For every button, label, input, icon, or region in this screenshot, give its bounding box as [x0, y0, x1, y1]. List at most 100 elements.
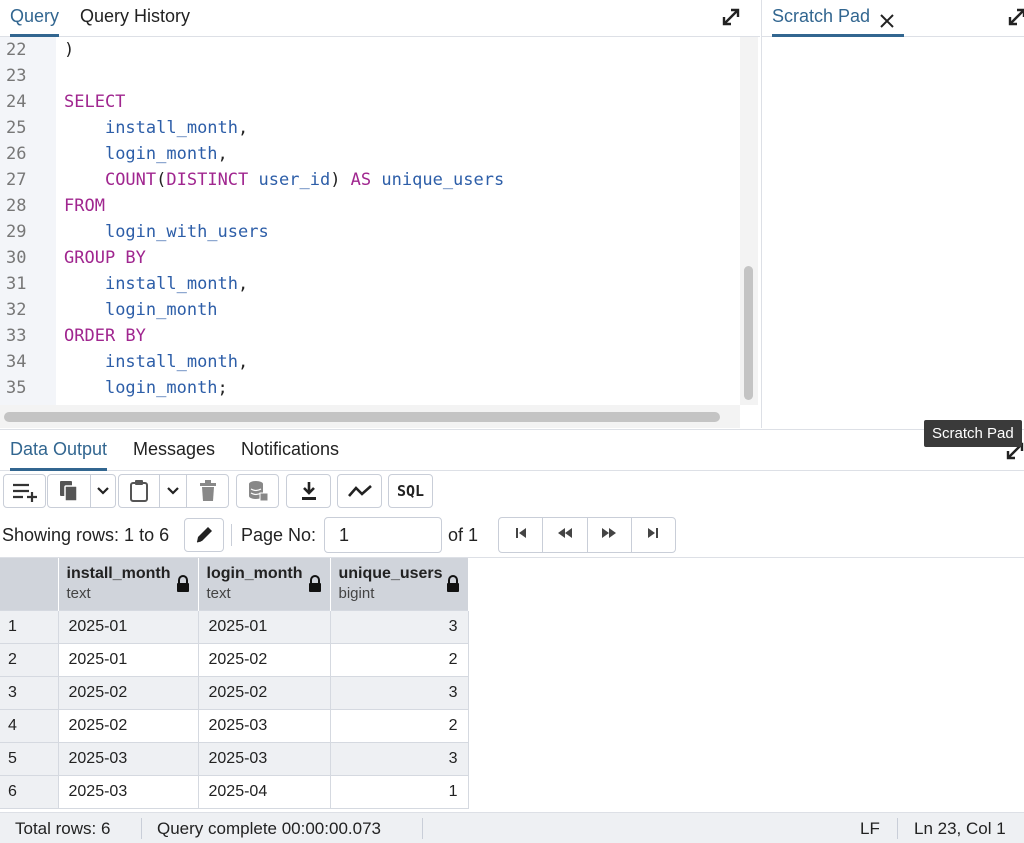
pencil-icon: [194, 525, 214, 545]
table-cell[interactable]: 2025-03: [197, 741, 331, 776]
expand-icon[interactable]: [720, 6, 742, 28]
close-icon[interactable]: [878, 8, 896, 28]
table-cell[interactable]: 2025-02: [197, 642, 331, 677]
line-ending-status[interactable]: LF: [860, 813, 880, 843]
code-text: login_month;: [64, 375, 228, 401]
page-number-input[interactable]: [324, 517, 442, 553]
tab-scratch-pad[interactable]: Scratch Pad: [772, 0, 905, 37]
table-row[interactable]: 1 2025-01 2025-01 3: [0, 609, 469, 644]
code-line[interactable]: 26 login_month,: [0, 141, 740, 167]
code-line[interactable]: 28 FROM: [0, 193, 740, 219]
table-cell[interactable]: 2025-03: [57, 741, 199, 776]
code-line[interactable]: 22): [0, 37, 740, 63]
delete-button[interactable]: [186, 474, 229, 508]
line-number: 29: [6, 222, 27, 242]
code-line[interactable]: 25 install_month,: [0, 115, 740, 141]
first-page-button[interactable]: [499, 518, 544, 552]
table-cell[interactable]: 1: [329, 774, 469, 809]
previous-page-button[interactable]: [543, 518, 588, 552]
vertical-scroll-thumb[interactable]: [744, 266, 753, 400]
delete-icon: [199, 480, 217, 502]
table-cell[interactable]: 2025-01: [57, 642, 199, 677]
paste-options-dropdown[interactable]: [159, 474, 187, 508]
table-cell[interactable]: 2025-03: [197, 708, 331, 743]
table-cell[interactable]: 2025-03: [57, 774, 199, 809]
table-row[interactable]: 2 2025-01 2025-02 2: [0, 642, 469, 677]
download-button[interactable]: [286, 474, 331, 508]
table-cell[interactable]: 2025-02: [57, 675, 199, 710]
total-rows-status: Total rows: 6: [15, 819, 111, 838]
tab-messages[interactable]: Messages: [133, 430, 215, 471]
row-number[interactable]: 1: [0, 609, 59, 644]
code-line[interactable]: 33 ORDER BY: [0, 323, 740, 349]
tab-data-output[interactable]: Data Output: [10, 430, 108, 471]
code-line[interactable]: 27 COUNT(DISTINCT user_id) AS unique_use…: [0, 167, 740, 193]
column-header[interactable]: install_month text: [58, 558, 199, 610]
table-cell[interactable]: 2: [329, 708, 469, 743]
row-number-header[interactable]: [0, 558, 59, 610]
sql-punctuation: ;: [217, 378, 228, 398]
code-line[interactable]: 24 SELECT: [0, 89, 740, 115]
sql-identifier: unique_users: [381, 170, 505, 190]
copy-button[interactable]: [47, 474, 91, 508]
column-header[interactable]: unique_users bigint: [330, 558, 469, 610]
scratch-pad-panel: Scratch Pad: [761, 0, 1024, 428]
scratch-pad-textarea[interactable]: [762, 37, 1024, 427]
code-line[interactable]: 34 install_month,: [0, 349, 740, 375]
paste-button[interactable]: [118, 474, 160, 508]
line-number: 32: [6, 300, 27, 320]
table-cell[interactable]: 2: [329, 642, 469, 677]
query-editor-panel: Query Query History 22) 23 24 SELECT 25 inst…: [0, 0, 760, 428]
tab-notifications[interactable]: Notifications: [241, 430, 339, 471]
code-text: ORDER BY: [64, 323, 146, 349]
column-header[interactable]: login_month text: [198, 558, 331, 610]
page-no-label: Page No:: [241, 525, 317, 545]
table-cell[interactable]: 2025-01: [57, 609, 199, 644]
code-line[interactable]: 29 login_with_users: [0, 219, 740, 245]
row-number[interactable]: 5: [0, 741, 59, 776]
table-cell[interactable]: 2025-04: [197, 774, 331, 809]
next-page-button[interactable]: [588, 518, 632, 552]
table-cell[interactable]: 2025-02: [197, 675, 331, 710]
paste-icon: [129, 479, 149, 503]
line-number: 34: [6, 352, 27, 372]
graph-visualiser-button[interactable]: [337, 474, 382, 508]
table-cell[interactable]: 3: [329, 741, 469, 776]
table-cell[interactable]: 2025-02: [57, 708, 199, 743]
edit-rows-button[interactable]: [184, 518, 224, 552]
pager-divider: [231, 524, 232, 546]
code-text: install_month,: [64, 349, 248, 375]
horizontal-scroll-thumb[interactable]: [4, 412, 720, 422]
copy-options-dropdown[interactable]: [90, 474, 116, 508]
tab-query-history[interactable]: Query History: [80, 0, 190, 37]
sql-punctuation: [64, 274, 105, 294]
row-number[interactable]: 4: [0, 708, 59, 743]
last-page-button[interactable]: [632, 518, 675, 552]
code-editor[interactable]: 22) 23 24 SELECT 25 install_month, 26 login_m…: [0, 37, 740, 405]
column-name: install_month: [66, 565, 171, 582]
page-count-label: of 1: [448, 525, 479, 545]
row-number[interactable]: 2: [0, 642, 59, 677]
expand-icon[interactable]: [1006, 6, 1024, 28]
table-cell[interactable]: 2025-01: [197, 609, 331, 644]
code-line[interactable]: 30 GROUP BY: [0, 245, 740, 271]
table-row[interactable]: 6 2025-03 2025-04 1: [0, 774, 469, 809]
table-cell[interactable]: 3: [329, 675, 469, 710]
sql-keyword: SELECT: [64, 92, 126, 112]
code-line[interactable]: 23: [0, 63, 740, 89]
table-row[interactable]: 3 2025-02 2025-02 3: [0, 675, 469, 710]
chevron-down-icon: [96, 486, 110, 496]
add-row-button[interactable]: [3, 474, 46, 508]
tab-query[interactable]: Query: [10, 0, 60, 37]
code-line[interactable]: 35 login_month;: [0, 375, 740, 401]
sql-button[interactable]: SQL: [388, 474, 433, 508]
table-row[interactable]: 4 2025-02 2025-03 2: [0, 708, 469, 743]
save-data-button[interactable]: [236, 474, 279, 508]
code-line[interactable]: 32 login_month: [0, 297, 740, 323]
code-line[interactable]: 31 install_month,: [0, 271, 740, 297]
page-navigation: [498, 517, 676, 553]
table-cell[interactable]: 3: [329, 609, 469, 644]
row-number[interactable]: 3: [0, 675, 59, 710]
table-row[interactable]: 5 2025-03 2025-03 3: [0, 741, 469, 776]
row-number[interactable]: 6: [0, 774, 59, 809]
